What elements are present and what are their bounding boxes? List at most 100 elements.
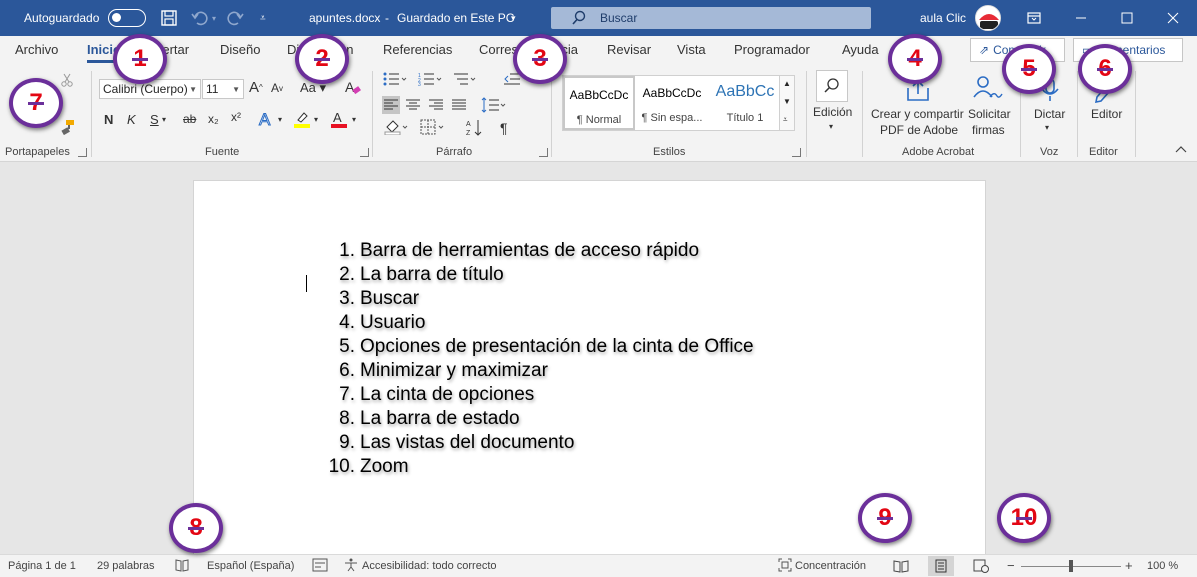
parrafo-launcher-icon[interactable] xyxy=(539,148,548,157)
accessibility-icon[interactable] xyxy=(343,558,359,572)
portapapeles-launcher-icon[interactable] xyxy=(78,148,87,157)
edicion-dropdown-icon[interactable]: ▾ xyxy=(829,122,833,131)
dictar-button[interactable]: Dictar xyxy=(1034,107,1065,121)
list-item[interactable]: 1. Barra de herramientas de acceso rápido xyxy=(322,239,754,263)
edicion-button[interactable]: Edición xyxy=(813,105,852,119)
title-dropdown-icon[interactable]: ▾ xyxy=(511,0,516,36)
undo-icon[interactable] xyxy=(190,0,208,36)
font-color-dropdown-icon[interactable]: ▾ xyxy=(352,115,356,124)
highlight-dropdown-icon[interactable]: ▾ xyxy=(314,115,318,124)
multilevel-list-icon[interactable] xyxy=(452,72,478,86)
ribbon-display-options-icon[interactable] xyxy=(1011,0,1057,36)
maximize-icon[interactable] xyxy=(1104,0,1150,36)
tab-archivo[interactable]: Archivo xyxy=(15,42,58,57)
save-icon[interactable] xyxy=(160,0,178,36)
grow-font-icon[interactable]: A ^ xyxy=(249,79,263,96)
text-predictions-icon[interactable] xyxy=(312,558,328,572)
minimize-icon[interactable] xyxy=(1058,0,1104,36)
bullets-icon[interactable] xyxy=(383,72,409,86)
show-marks-icon[interactable]: ¶ xyxy=(500,120,508,136)
font-color-icon[interactable]: A xyxy=(330,110,348,128)
list-item[interactable]: 3. Buscar xyxy=(322,287,754,311)
create-pdf-line1[interactable]: Crear y compartir xyxy=(871,107,964,121)
list-item[interactable]: 2. La barra de título xyxy=(322,263,754,287)
styles-scroll-up-icon[interactable]: ▲ xyxy=(783,79,791,88)
list-item[interactable]: 10. Zoom xyxy=(322,455,754,479)
editor-button[interactable]: Editor xyxy=(1091,107,1122,121)
bold-button[interactable]: N xyxy=(104,112,113,127)
italic-button[interactable]: K xyxy=(127,112,136,127)
style-normal[interactable]: AaBbCcDc ¶ Normal xyxy=(563,76,635,130)
text-effects-icon[interactable]: A xyxy=(258,110,276,128)
request-signatures-line2[interactable]: firmas xyxy=(972,123,1005,137)
focus-icon[interactable] xyxy=(778,558,792,572)
tab-ayuda[interactable]: Ayuda xyxy=(842,42,879,57)
autosave-toggle[interactable] xyxy=(108,0,146,36)
tab-revisar[interactable]: Revisar xyxy=(607,42,651,57)
justify-icon[interactable] xyxy=(452,99,466,111)
estilos-launcher-icon[interactable] xyxy=(792,148,801,157)
user-name[interactable]: aula Clic xyxy=(920,0,966,36)
page-count[interactable]: Página 1 de 1 xyxy=(8,560,76,572)
zoom-in-button[interactable]: + xyxy=(1125,558,1133,573)
language[interactable]: Español (España) xyxy=(207,560,294,572)
proofing-icon[interactable] xyxy=(175,558,189,572)
request-signatures-icon[interactable] xyxy=(972,75,1004,101)
align-center-icon[interactable] xyxy=(406,99,420,111)
style-heading-1[interactable]: AaBbCc Título 1 xyxy=(709,76,781,130)
undo-dropdown-icon[interactable]: ▾ xyxy=(212,0,216,36)
focus-mode[interactable]: Concentración xyxy=(795,560,866,572)
format-painter-icon[interactable] xyxy=(60,119,76,135)
align-left-icon[interactable] xyxy=(382,96,400,114)
word-count[interactable]: 29 palabras xyxy=(97,560,155,572)
shading-icon[interactable] xyxy=(384,119,410,135)
list-item[interactable]: 7. La cinta de opciones xyxy=(322,383,754,407)
redo-icon[interactable] xyxy=(227,0,245,36)
clear-formatting-icon[interactable]: A xyxy=(344,79,362,97)
list-item[interactable]: 8. La barra de estado xyxy=(322,407,754,431)
accessibility-status[interactable]: Accesibilidad: todo correcto xyxy=(362,560,497,572)
underline-button[interactable]: S xyxy=(150,112,159,127)
collapse-ribbon-icon[interactable] xyxy=(1175,145,1187,153)
tab-vista[interactable]: Vista xyxy=(677,42,706,57)
list-item[interactable]: 9. Las vistas del documento xyxy=(322,431,754,455)
shrink-font-icon[interactable]: Av xyxy=(271,81,283,95)
search-box[interactable]: Buscar xyxy=(551,7,871,29)
underline-dropdown-icon[interactable]: ▾ xyxy=(162,115,166,124)
subscript-button[interactable]: x₂ xyxy=(208,112,219,126)
style-no-spacing[interactable]: AaBbCcDc ¶ Sin espa... xyxy=(636,76,708,130)
save-status[interactable]: Guardado en Este PC xyxy=(397,0,514,36)
request-signatures-line1[interactable]: Solicitar xyxy=(968,107,1011,121)
numbering-icon[interactable]: 123 xyxy=(418,72,444,86)
borders-icon[interactable] xyxy=(420,119,446,135)
zoom-out-button[interactable]: − xyxy=(1007,558,1015,573)
customize-qat-icon[interactable]: ⩡ xyxy=(260,0,266,36)
styles-more-icon[interactable]: ⩡ xyxy=(783,115,788,125)
text-effects-dropdown-icon[interactable]: ▾ xyxy=(278,115,282,124)
tab-diseno[interactable]: Diseño xyxy=(220,42,260,57)
zoom-slider-thumb[interactable] xyxy=(1069,560,1073,572)
cut-icon[interactable] xyxy=(60,73,74,87)
align-right-icon[interactable] xyxy=(429,99,443,111)
fuente-launcher-icon[interactable] xyxy=(360,148,369,157)
strikethrough-button[interactable]: ab xyxy=(183,112,196,126)
web-layout-icon[interactable] xyxy=(968,556,994,576)
print-layout-icon[interactable] xyxy=(928,556,954,576)
document-list[interactable]: 1. Barra de herramientas de acceso rápido… xyxy=(322,239,754,479)
line-spacing-icon[interactable] xyxy=(481,97,507,113)
styles-scroll-down-icon[interactable]: ▼ xyxy=(783,97,791,106)
dictar-dropdown-icon[interactable]: ▾ xyxy=(1045,123,1049,132)
tab-programador[interactable]: Programador xyxy=(734,42,810,57)
read-mode-icon[interactable] xyxy=(888,556,914,576)
create-pdf-line2[interactable]: PDF de Adobe xyxy=(880,123,958,137)
list-item[interactable]: 4. Usuario xyxy=(322,311,754,335)
close-icon[interactable] xyxy=(1150,0,1196,36)
highlight-icon[interactable] xyxy=(293,110,311,128)
list-item[interactable]: 6. Minimizar y maximizar xyxy=(322,359,754,383)
find-icon[interactable] xyxy=(816,70,848,102)
superscript-button[interactable]: x² xyxy=(231,110,241,124)
list-item[interactable]: 5. Opciones de presentación de la cinta d… xyxy=(322,335,753,359)
zoom-level[interactable]: 100 % xyxy=(1147,560,1178,572)
user-avatar[interactable] xyxy=(975,5,1001,31)
sort-icon[interactable]: AZ xyxy=(466,119,484,137)
